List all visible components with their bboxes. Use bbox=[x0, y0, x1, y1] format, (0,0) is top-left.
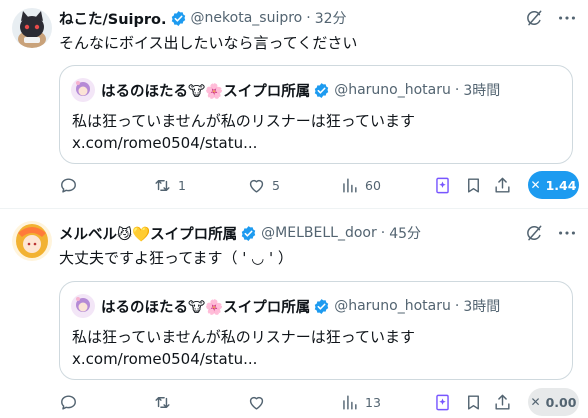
share-icon bbox=[495, 177, 510, 193]
x-icon: ✕ bbox=[530, 395, 541, 409]
avatar[interactable] bbox=[12, 8, 52, 48]
more-icon[interactable] bbox=[556, 224, 578, 242]
quote-header: はるのほたる🐮🌸スイプロ所属 @haruno_hotaru · 3時間 bbox=[101, 294, 500, 318]
quote-avatar bbox=[71, 78, 95, 102]
reply-button[interactable] bbox=[59, 391, 84, 413]
verified-badge-icon bbox=[314, 82, 329, 98]
author-handle[interactable]: @nekota_suipro bbox=[191, 10, 303, 26]
share-button[interactable] bbox=[493, 391, 512, 413]
quote-timestamp: 3時間 bbox=[463, 299, 501, 315]
action-bar: 13 ✕ 0.00 bbox=[59, 388, 579, 416]
quote-link[interactable]: x.com/rome0504/statu... bbox=[72, 132, 415, 154]
author-name[interactable]: メルベル😼💛スイプロ所属 bbox=[59, 223, 237, 244]
tweet[interactable]: メルベル😼💛スイプロ所属 @MELBELL_door · 45分 大丈夫ですよ狂… bbox=[0, 209, 588, 418]
post-text: そんなにボイス出したいなら言ってください bbox=[59, 34, 358, 52]
timestamp[interactable]: 32分 bbox=[315, 8, 347, 28]
post-header: ねこた/Suipro. @nekota_suipro · 32分 bbox=[59, 8, 347, 28]
author-handle[interactable]: @MELBELL_door bbox=[261, 225, 377, 241]
repost-button[interactable]: 1 bbox=[153, 174, 186, 196]
post-header: メルベル😼💛スイプロ所属 @MELBELL_door · 45分 bbox=[59, 223, 421, 243]
share-button[interactable] bbox=[493, 174, 512, 196]
repost-icon bbox=[155, 179, 170, 191]
views-icon bbox=[343, 394, 357, 410]
like-button[interactable]: 5 bbox=[247, 174, 280, 196]
bookmark-icon bbox=[468, 394, 479, 410]
quote-timestamp: 3時間 bbox=[463, 83, 501, 99]
share-icon bbox=[495, 394, 510, 410]
views-icon bbox=[343, 177, 357, 193]
bookmark-button[interactable] bbox=[464, 174, 483, 196]
views-button[interactable]: 13 bbox=[340, 391, 381, 413]
bookmark-button[interactable] bbox=[464, 391, 483, 413]
reply-icon bbox=[61, 177, 76, 193]
bookmark-icon bbox=[468, 177, 479, 193]
author-name[interactable]: ねこた/Suipro. bbox=[59, 8, 167, 29]
translate-value: 1.44 bbox=[545, 177, 577, 193]
separator: · bbox=[454, 82, 460, 98]
like-count: 5 bbox=[272, 177, 280, 193]
like-button[interactable] bbox=[247, 391, 272, 413]
quote-link[interactable]: x.com/rome0504/statu... bbox=[72, 348, 415, 370]
quote-header: はるのほたる🐮🌸スイプロ所属 @haruno_hotaru · 3時間 bbox=[101, 78, 500, 102]
view-count: 13 bbox=[365, 394, 381, 410]
grok-icon[interactable] bbox=[524, 8, 544, 28]
like-icon bbox=[249, 396, 264, 410]
timestamp[interactable]: 45分 bbox=[389, 223, 421, 243]
translate-value: 0.00 bbox=[545, 394, 577, 410]
quote-body: 私は狂っていませんが私のリスナーは狂っています bbox=[72, 112, 416, 130]
more-icon[interactable] bbox=[556, 9, 578, 27]
quoted-tweet[interactable]: はるのほたる🐮🌸スイプロ所属 @haruno_hotaru · 3時間 私は狂っ… bbox=[59, 281, 573, 380]
reply-icon bbox=[61, 394, 76, 410]
grok-summary-button[interactable] bbox=[433, 391, 452, 413]
spark-icon bbox=[436, 177, 449, 193]
separator: · bbox=[380, 225, 386, 241]
quote-author-name: はるのほたる🐮🌸スイプロ所属 bbox=[101, 83, 311, 100]
repost-icon bbox=[155, 396, 170, 408]
quote-author-handle: @haruno_hotaru bbox=[334, 82, 451, 98]
quote-author-name: はるのほたる🐮🌸スイプロ所属 bbox=[101, 299, 311, 316]
like-icon bbox=[249, 179, 264, 193]
spark-icon bbox=[436, 394, 449, 410]
translate-button[interactable]: ✕ 0.00 bbox=[528, 388, 579, 416]
avatar[interactable] bbox=[12, 221, 52, 261]
quote-author-handle: @haruno_hotaru bbox=[334, 298, 451, 314]
quote-body: 私は狂っていませんが私のリスナーは狂っています bbox=[72, 328, 416, 346]
views-button[interactable]: 60 bbox=[340, 174, 381, 196]
verified-badge-icon bbox=[171, 10, 185, 26]
grok-summary-button[interactable] bbox=[433, 174, 452, 196]
verified-badge-icon bbox=[314, 298, 329, 314]
tweet[interactable]: ねこた/Suipro. @nekota_suipro · 32分 そんなにボイス… bbox=[0, 0, 588, 209]
separator: · bbox=[306, 10, 311, 26]
quote-text: 私は狂っていませんが私のリスナーは狂っています x.com/rome0504/s… bbox=[72, 326, 415, 370]
quoted-tweet[interactable]: はるのほたる🐮🌸スイプロ所属 @haruno_hotaru · 3時間 私は狂っ… bbox=[59, 65, 573, 164]
view-count: 60 bbox=[365, 177, 381, 193]
post-text: 大丈夫ですよ狂ってます（ ' ◡ ' ） bbox=[59, 249, 293, 267]
grok-icon[interactable] bbox=[524, 223, 544, 243]
verified-badge-icon bbox=[241, 225, 256, 241]
action-bar: 1 5 60 ✕ 1.44 bbox=[59, 171, 579, 199]
quote-avatar bbox=[71, 294, 95, 318]
translate-button[interactable]: ✕ 1.44 bbox=[528, 171, 579, 199]
repost-count: 1 bbox=[178, 177, 186, 193]
x-icon: ✕ bbox=[530, 178, 541, 192]
quote-text: 私は狂っていませんが私のリスナーは狂っています x.com/rome0504/s… bbox=[72, 110, 415, 154]
separator: · bbox=[454, 298, 460, 314]
repost-button[interactable] bbox=[153, 391, 178, 413]
reply-button[interactable] bbox=[59, 174, 84, 196]
